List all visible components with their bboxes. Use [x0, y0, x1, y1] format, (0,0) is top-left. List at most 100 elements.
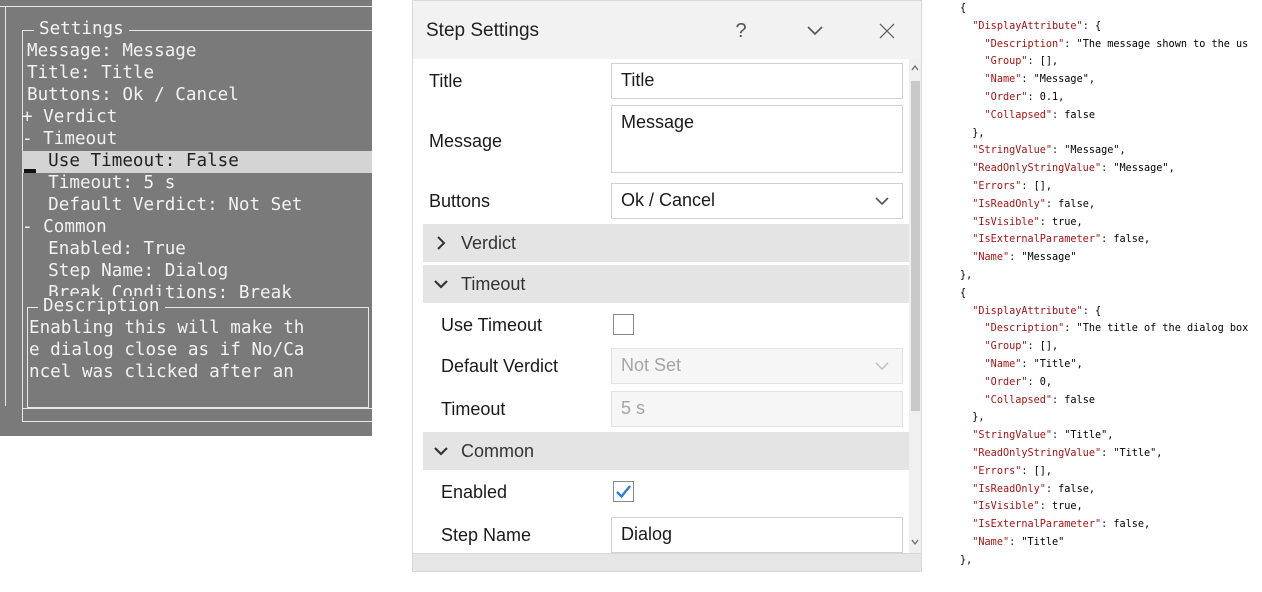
enabled-checkbox[interactable] — [613, 481, 634, 502]
terminal-line-message[interactable]: Message: Message — [27, 41, 196, 63]
terminal-group-timeout[interactable]: - Timeout — [22, 129, 117, 151]
json-view: { "DisplayAttribute": { "Description": "… — [960, 0, 1262, 592]
json-line: "Name": "Title" — [972, 536, 1065, 548]
json-line: { — [960, 287, 967, 299]
description-line-1: Enabling this will make th — [29, 318, 305, 338]
buttons-label: Buttons — [429, 191, 491, 211]
json-line: "Description": "The title of the dialog … — [984, 323, 1249, 335]
close-button[interactable] — [869, 13, 905, 49]
scroll-down-icon[interactable] — [910, 537, 920, 547]
json-line: "Group": [], — [984, 341, 1059, 353]
chevron-right-icon — [437, 236, 446, 250]
panel-footer — [413, 553, 921, 571]
json-line: "IsVisible": true, — [972, 216, 1083, 228]
step-settings-panel: Step Settings ? Title Title Message Mess… — [412, 0, 922, 572]
json-line: "StringValue": "Title", — [972, 430, 1114, 442]
enabled-label: Enabled — [441, 482, 508, 502]
json-line: { — [960, 3, 967, 14]
terminal-line-default-verdict[interactable]: Default Verdict: Not Set — [27, 195, 302, 217]
description-line-2: e dialog close as if No/Ca — [29, 340, 305, 360]
default-verdict-dropdown[interactable]: Not Set — [611, 348, 903, 384]
json-line: "ReadOnlyStringValue": "Title", — [972, 447, 1163, 459]
json-line: "Order": 0, — [984, 376, 1053, 388]
description-line-3: ncel was clicked after an — [29, 362, 294, 382]
close-icon — [879, 23, 895, 39]
step-name-input[interactable]: Dialog — [611, 517, 903, 553]
title-input-value: Title — [621, 70, 655, 90]
use-timeout-checkbox[interactable] — [613, 314, 634, 335]
settings-content: Title Title Message Message Buttons Ok /… — [413, 59, 909, 553]
collapse-button[interactable] — [797, 13, 833, 49]
json-line: "IsReadOnly": false, — [972, 198, 1095, 210]
json-line: "DisplayAttribute": { — [972, 305, 1102, 317]
json-line: "Collapsed": false — [984, 109, 1095, 121]
checkmark-icon — [616, 485, 631, 499]
help-button[interactable]: ? — [723, 13, 759, 49]
json-line: "IsReadOnly": false, — [972, 483, 1095, 495]
terminal-group-common[interactable]: - Common — [22, 217, 107, 239]
terminal-top-border — [0, 6, 372, 7]
json-line: "IsExternalParameter": false, — [972, 519, 1151, 531]
json-line: "Order": 0.1, — [984, 91, 1065, 103]
json-line: }, — [960, 269, 973, 281]
json-line: "Name": "Title", — [984, 358, 1083, 370]
help-icon: ? — [735, 19, 747, 42]
json-line: "StringValue": "Message", — [972, 145, 1126, 157]
default-verdict-label: Default Verdict — [441, 356, 559, 376]
json-line: "ReadOnlyStringValue": "Message", — [972, 163, 1175, 175]
json-line: "Group": [], — [984, 56, 1059, 68]
terminal-line-buttons[interactable]: Buttons: Ok / Cancel — [27, 85, 239, 107]
terminal-line-step-name[interactable]: Step Name: Dialog — [27, 261, 228, 283]
description-box-title: Description — [38, 296, 165, 318]
terminal-line-timeout[interactable]: Timeout: 5 s — [27, 173, 175, 195]
terminal-selected-row[interactable]: Use Timeout: False — [22, 151, 372, 173]
step-name-input-value: Dialog — [621, 524, 673, 544]
scroll-thumb[interactable] — [911, 81, 920, 411]
section-verdict-label: Verdict — [461, 232, 517, 253]
step-name-label: Step Name — [441, 525, 532, 545]
terminal-bottom-border — [22, 408, 372, 409]
json-line: "IsExternalParameter": false, — [972, 234, 1151, 246]
chevron-down-icon — [807, 26, 823, 36]
timeout-input-value: 5 s — [621, 398, 646, 418]
timeout-input[interactable]: 5 s — [611, 391, 903, 427]
message-label: Message — [429, 131, 503, 151]
json-line: "Description": "The message shown to the… — [984, 38, 1249, 50]
timeout-label: Timeout — [441, 399, 506, 419]
terminal-line-title[interactable]: Title: Title — [27, 63, 154, 85]
terminal-line-use-timeout: Use Timeout: False — [27, 151, 239, 171]
json-line: }, — [960, 127, 985, 139]
terminal-line-enabled[interactable]: Enabled: True — [27, 239, 186, 261]
buttons-dropdown[interactable]: Ok / Cancel — [611, 183, 903, 219]
title-input[interactable]: Title — [611, 63, 903, 99]
chevron-down-icon — [434, 280, 448, 289]
use-timeout-label: Use Timeout — [441, 315, 543, 335]
scroll-up-icon[interactable] — [910, 63, 920, 73]
terminal-left-border — [5, 6, 6, 406]
terminal-view: Settings Message: Message Title: Title B… — [0, 0, 372, 436]
section-verdict[interactable]: Verdict — [423, 224, 909, 262]
buttons-dropdown-value: Ok / Cancel — [621, 190, 716, 210]
panel-header: Step Settings ? — [413, 1, 921, 59]
chevron-down-icon — [434, 447, 448, 456]
panel-title: Step Settings — [426, 20, 540, 41]
default-verdict-value: Not Set — [621, 355, 682, 375]
section-common[interactable]: Common — [423, 432, 909, 470]
json-line: "DisplayAttribute": { — [972, 20, 1102, 32]
message-textarea[interactable]: Message — [611, 105, 903, 173]
json-line: "Collapsed": false — [984, 394, 1095, 406]
json-line: }, — [960, 412, 985, 424]
terminal-group-verdict[interactable]: + Verdict — [22, 107, 117, 129]
chevron-down-icon — [875, 362, 889, 370]
json-line: "Name": "Message", — [984, 74, 1095, 86]
section-timeout[interactable]: Timeout — [423, 265, 909, 303]
chevron-down-icon — [875, 197, 889, 206]
panel-scrollbar[interactable] — [909, 59, 921, 553]
settings-box-title: Settings — [34, 19, 129, 41]
json-line: "IsVisible": true, — [972, 501, 1083, 513]
json-line: "Errors": [], — [972, 465, 1053, 477]
json-line: "Errors": [], — [972, 180, 1053, 192]
json-line: }, — [960, 554, 973, 566]
section-common-label: Common — [461, 440, 535, 461]
message-textarea-value: Message — [621, 112, 695, 132]
